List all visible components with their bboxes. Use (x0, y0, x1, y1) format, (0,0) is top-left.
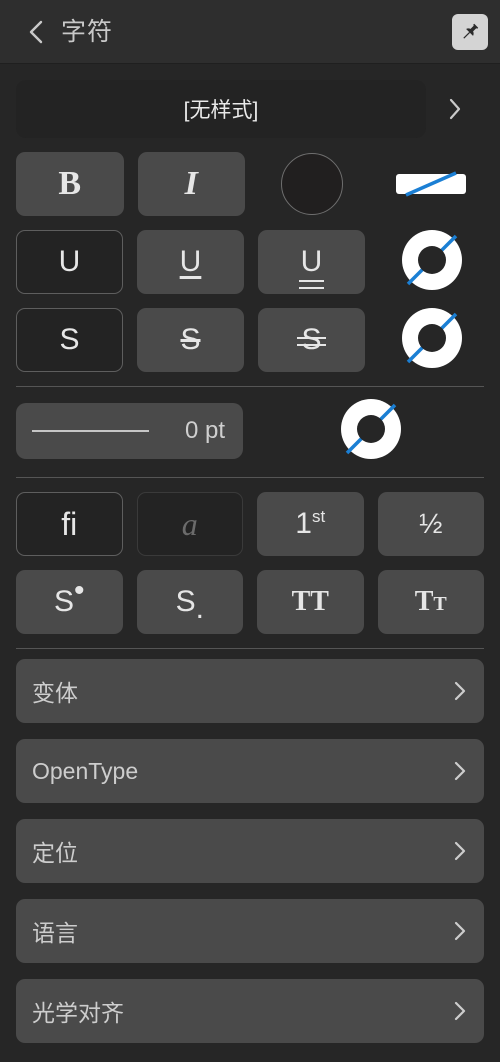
stroke-color-button[interactable] (379, 152, 485, 216)
strikethrough-row: S S S (0, 294, 500, 372)
underline-color-donut-icon (400, 228, 464, 297)
underline-single-button[interactable]: U (137, 230, 244, 294)
fraction-button[interactable]: ½ (377, 492, 484, 556)
chevron-right-icon (452, 678, 468, 704)
sidebar-item-positioning[interactable]: 定位 (16, 819, 484, 883)
subscript-glyph: S. (175, 585, 204, 625)
underline-row: U U U (0, 216, 500, 294)
ligatures-button[interactable]: fi (16, 492, 123, 556)
pin-panel-button[interactable] (452, 14, 488, 50)
strikethrough-double-button[interactable]: S (258, 308, 365, 372)
ordinal-glyph: 1st (295, 507, 326, 540)
underline-color-button[interactable] (379, 228, 484, 297)
text-style-selector[interactable]: [无样式] (16, 80, 426, 138)
typography-row-2: S• S. TT TT (0, 556, 500, 634)
chevron-right-icon (452, 838, 468, 864)
strikethrough-single-glyph: S (180, 323, 201, 356)
superscript-button[interactable]: S• (16, 570, 123, 634)
typography-row-1: fi a 1st ½ (0, 478, 500, 556)
underline-single-glyph: U (179, 245, 202, 278)
page-title: 字符 (61, 17, 114, 46)
sidebar-item-label: 光学对齐 (32, 1000, 124, 1026)
superscript-glyph: S• (53, 574, 85, 619)
submenu-list: 变体 OpenType 定位 语言 光学对齐 (0, 649, 500, 1043)
fraction-glyph: ½ (419, 508, 443, 539)
italic-glyph: I (184, 165, 198, 202)
sidebar-item-label: 定位 (32, 840, 78, 866)
chevron-right-icon (452, 918, 468, 944)
chevron-right-icon (452, 758, 468, 784)
fill-color-circle-icon (280, 153, 343, 215)
stroke-width-input[interactable]: 0 pt (16, 403, 243, 459)
header-divider (0, 63, 500, 64)
fill-color-button[interactable] (259, 152, 365, 216)
swash-button[interactable]: a (136, 492, 243, 556)
italic-button[interactable]: I (137, 152, 245, 216)
small-caps-button[interactable]: TT (377, 570, 484, 634)
back-chevron-icon[interactable] (23, 17, 49, 47)
sidebar-item-label: OpenType (32, 757, 139, 784)
strikethrough-double-glyph: S (297, 323, 326, 356)
sidebar-item-label: 语言 (32, 920, 78, 946)
strikethrough-none-glyph: S (59, 323, 80, 356)
sidebar-item-variants[interactable]: 变体 (16, 659, 484, 723)
sidebar-item-opentype[interactable]: OpenType (16, 739, 484, 803)
chevron-right-icon (452, 998, 468, 1024)
strikethrough-none-button[interactable]: S (16, 308, 123, 372)
all-caps-glyph: TT (291, 586, 329, 617)
stroke-color-donut-icon (339, 397, 403, 466)
bold-italic-row: B I (0, 138, 500, 216)
character-panel: 字符 [无样式] B I U U U S S S 0 pt fi a 1st ½… (0, 0, 500, 1062)
text-style-name: [无样式] (183, 99, 259, 122)
underline-none-button[interactable]: U (16, 230, 123, 294)
sidebar-item-optical-alignment[interactable]: 光学对齐 (16, 979, 484, 1043)
bold-glyph: B (58, 165, 82, 202)
underline-double-glyph: U (298, 245, 324, 289)
stroke-width-row: 0 pt (0, 387, 500, 463)
strikethrough-color-button[interactable] (379, 306, 484, 375)
stroke-width-color-button[interactable] (257, 397, 484, 466)
swash-glyph: a (181, 505, 198, 542)
text-style-chevron-right-icon[interactable] (426, 80, 484, 138)
sidebar-item-language[interactable]: 语言 (16, 899, 484, 963)
text-style-row: [无样式] (0, 64, 500, 138)
underline-double-button[interactable]: U (258, 230, 365, 294)
strikethrough-single-button[interactable]: S (137, 308, 244, 372)
ligatures-glyph: fi (61, 505, 78, 542)
sidebar-item-label: 变体 (32, 680, 78, 706)
stroke-width-preview-line (32, 430, 149, 432)
stroke-color-bar-icon (396, 170, 467, 198)
small-caps-glyph: TT (414, 586, 447, 617)
stroke-width-value: 0 pt (184, 417, 225, 444)
strikethrough-color-donut-icon (400, 306, 464, 375)
bold-button[interactable]: B (16, 152, 124, 216)
panel-header: 字符 (0, 0, 500, 64)
all-caps-button[interactable]: TT (257, 570, 364, 634)
ordinal-button[interactable]: 1st (257, 492, 364, 556)
underline-none-glyph: U (58, 245, 81, 278)
subscript-button[interactable]: S. (136, 570, 243, 634)
